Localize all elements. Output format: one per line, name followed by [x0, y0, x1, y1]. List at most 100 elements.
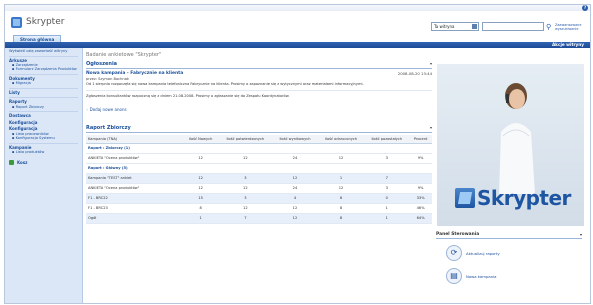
chevron-down-icon[interactable]: ▾ — [430, 125, 432, 130]
cell: 1 — [364, 203, 410, 214]
cell[interactable]: ANKIETA "Ocena produktów" — [86, 183, 183, 194]
col-header[interactable]: Kampania (TNA) — [86, 134, 183, 144]
update-reports-label: Aktualizuj raporty — [466, 250, 500, 256]
announcement-title[interactable]: Nowa kampania - Fabrycznie na klienta — [86, 71, 183, 76]
cell[interactable]: F1 - BRC22 — [86, 193, 183, 204]
cell: 12 — [182, 153, 219, 164]
nav-head-arkusze[interactable]: Arkusze — [9, 55, 78, 64]
site-actions-menu[interactable]: Akcje witryny — [552, 42, 584, 48]
nav-head-konfiguracja-1[interactable]: Konfiguracja — [9, 119, 78, 126]
cell[interactable]: Ogół — [86, 213, 183, 224]
divider — [86, 89, 432, 91]
report-webpart: Raport Zbiorczy ▾ Kampania (TNA) Ilość N… — [86, 125, 432, 224]
logo-text: Skrypter — [26, 17, 65, 27]
cell: 0 — [364, 193, 410, 204]
top-strip: ? — [5, 5, 590, 11]
view-all-content-link[interactable]: Wyświetl całą zawartość witryny — [9, 49, 78, 54]
nav-head-dostawca[interactable]: Dostawca — [9, 111, 78, 119]
cell: 64% — [409, 213, 432, 224]
nav-item-lista-produktow[interactable]: Lista produktów — [9, 150, 78, 154]
cell: 46% — [409, 203, 432, 214]
top-nav-bar: Akcje witryny — [5, 42, 590, 48]
quick-launch: Wyświetl całą zawartość witryny Arkusze … — [5, 48, 83, 303]
site-logo[interactable]: Skrypter — [11, 15, 64, 29]
cell: 12 — [182, 183, 219, 194]
nav-head-dokumenty[interactable]: Dokumenty — [9, 73, 78, 82]
col-header[interactable]: Procent — [409, 134, 432, 144]
nav-item-konfiguracja-systemu[interactable]: Konfiguracja Systemu — [9, 136, 78, 140]
announcements-title-label[interactable]: Ogłoszenia — [86, 61, 117, 67]
nav-head-konfiguracja-2[interactable]: Konfiguracja — [9, 125, 78, 132]
search-scope-select[interactable]: Ta witryna — [431, 22, 479, 31]
brand-text: Skrypter — [477, 186, 571, 210]
brand-logo-icon — [455, 188, 475, 208]
page-title: Badanie ankietowe "Skrypter" — [86, 52, 162, 58]
control-panel-title-label: Panel Sterowania — [436, 232, 480, 237]
chevron-down-icon[interactable]: ▾ — [580, 232, 582, 237]
nav-item-raport-zbiorczy[interactable]: Raport Zbiorczy — [9, 105, 78, 109]
cell: 24 — [272, 183, 318, 194]
cell: 12 — [272, 173, 318, 184]
nav-item-formularz[interactable]: Formularz Zarządzenia Produktów — [9, 67, 78, 71]
cell: 3 — [364, 183, 410, 194]
announcement-author: przez: Szymon Bochnak — [86, 77, 129, 81]
consultant-photo — [499, 83, 535, 194]
cell: 8 — [317, 203, 365, 214]
col-header[interactable]: Ilość potwierdzonych — [218, 134, 273, 144]
cell[interactable]: Kampania "TEST" ankiet — [86, 173, 183, 184]
group-row[interactable]: Raport : Główny (5) — [86, 163, 432, 174]
table-header-row: Kampania (TNA) Ilość Nowych Ilość potwie… — [86, 134, 432, 144]
col-header[interactable]: Ilość wynikowych — [272, 134, 318, 144]
cell: 24 — [272, 153, 318, 164]
table-row: F1 - BRC22 15 3 4 6 0 33% — [86, 193, 432, 204]
nav-head-raporty[interactable]: Raporty — [9, 97, 78, 105]
cell: 3 — [218, 193, 273, 204]
search-input[interactable] — [482, 22, 544, 31]
search-area: Ta witryna ⚲ Zaawansowane wyszukiwanie — [431, 22, 581, 31]
cell: 4 — [272, 193, 318, 204]
right-column: Skrypter Panel Sterowania ▾ ⟳ Aktualizuj… — [436, 58, 586, 298]
table-row: ANKIETA "Ocena produktów" 12 12 24 12 3 … — [86, 153, 432, 164]
cell: 8 — [182, 203, 219, 214]
report-title-label[interactable]: Raport Zbiorczy — [86, 125, 131, 131]
cell[interactable]: F1 - BRC23 — [86, 203, 183, 214]
search-icon[interactable]: ⚲ — [546, 23, 554, 31]
cell[interactable]: ANKIETA "Ocena produktów" — [86, 153, 183, 164]
col-header[interactable]: Ilość Nowych — [182, 134, 219, 144]
main-content: Badanie ankietowe "Skrypter" Ogłoszenia … — [86, 52, 432, 300]
cell: 12 — [272, 203, 318, 214]
group-label: Raport : Zbiorczy (1) — [86, 143, 432, 154]
promo-image: Skrypter — [437, 64, 584, 226]
col-header[interactable]: Ilość odrzuconych — [317, 134, 365, 144]
cell: 1 — [182, 213, 219, 224]
cell: 33% — [409, 193, 432, 204]
group-row[interactable]: Raport : Zbiorczy (1) — [86, 143, 432, 154]
col-header[interactable]: Ilość pozostałych — [364, 134, 410, 144]
cell: 3 — [218, 173, 273, 184]
announcements-title: Ogłoszenia ▾ — [86, 61, 432, 69]
new-campaign-label: Nowa kampania — [466, 273, 497, 279]
nav-head-listy[interactable]: Listy — [9, 87, 78, 96]
advanced-search-link[interactable]: Zaawansowane wyszukiwanie — [555, 23, 581, 31]
brand-banner: Skrypter — [455, 186, 571, 210]
new-document-icon: ▤ — [446, 268, 462, 284]
table-row: ANKIETA "Ocena produktów" 12 12 24 12 3 … — [86, 183, 432, 194]
recycle-bin-icon — [9, 160, 14, 166]
table-row: Kampania "TEST" ankiet 12 3 12 1 7 — [86, 173, 432, 184]
cell: 15 — [182, 193, 219, 204]
cell: 12 — [218, 153, 273, 164]
cell: 1 — [317, 173, 365, 184]
add-announcement-link[interactable]: Dodaj nowe anons — [86, 107, 432, 112]
cell: 9% — [409, 153, 432, 164]
chevron-down-icon[interactable]: ▾ — [430, 61, 432, 66]
nav-item-migracja[interactable]: Migracja — [9, 81, 78, 85]
cell: 12 — [218, 183, 273, 194]
new-campaign-item[interactable]: ▤ Nowa kampania — [446, 268, 497, 284]
report-title: Raport Zbiorczy ▾ — [86, 125, 432, 133]
help-icon[interactable]: ? — [582, 5, 588, 11]
recycle-bin-link[interactable]: Kosz — [9, 160, 78, 166]
announcement-header: Nowa kampania - Fabrycznie na klienta 20… — [86, 71, 432, 76]
cell: 6 — [317, 193, 365, 204]
nav-head-kampanie[interactable]: Kampanie — [9, 142, 78, 151]
update-reports-item[interactable]: ⟳ Aktualizuj raporty — [446, 245, 500, 261]
